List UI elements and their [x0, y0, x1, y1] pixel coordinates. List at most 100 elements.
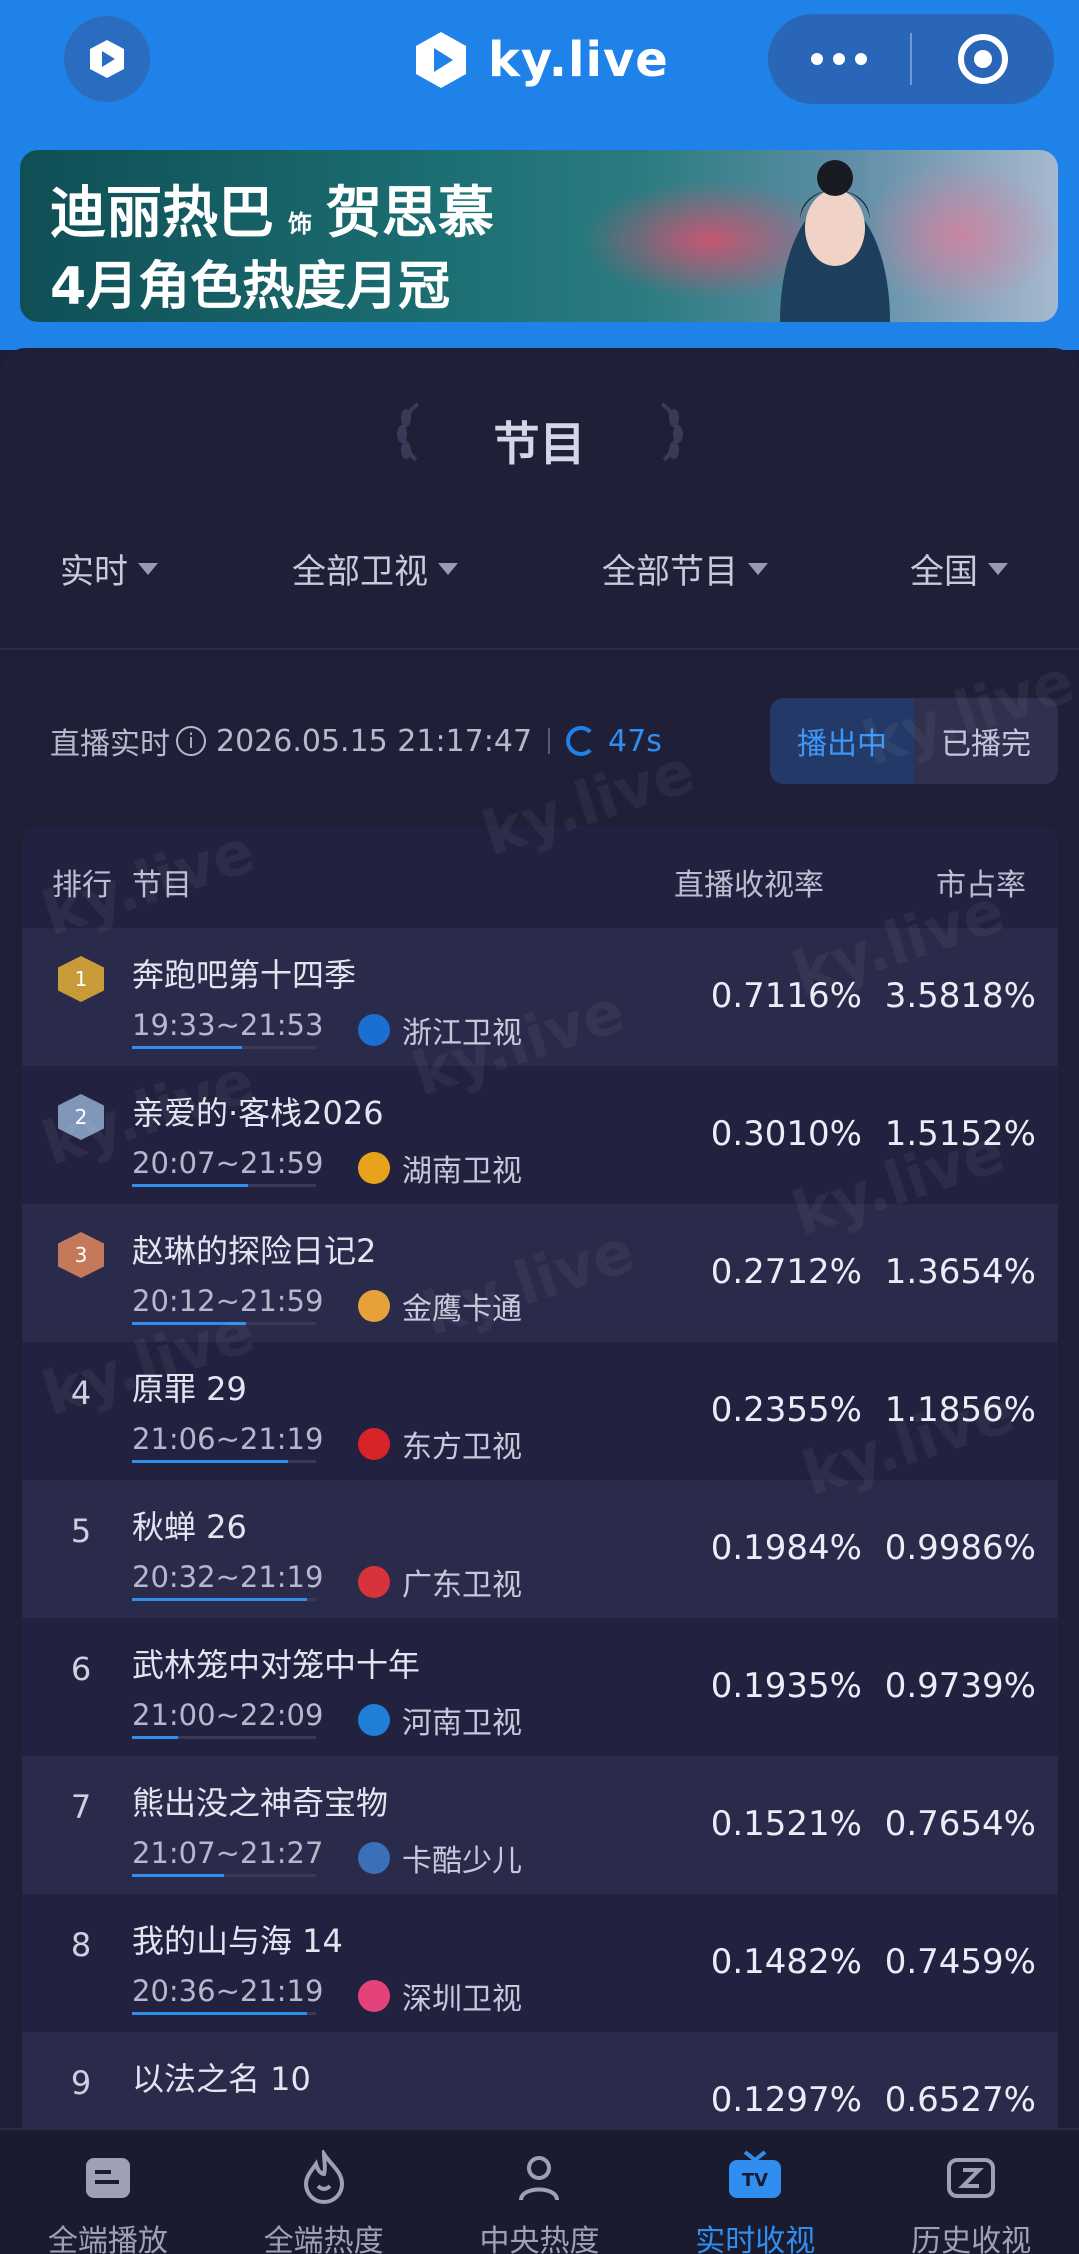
- program-name: 原罪 29: [132, 1370, 247, 1408]
- table-row[interactable]: 7 熊出没之神奇宝物 21:07~21:27 卡酷少儿 0.1521% 0.7654%: [22, 1756, 1058, 1894]
- market-share: 1.5152%: [884, 1114, 1036, 1154]
- channel-name: 湖南卫视: [402, 1154, 522, 1189]
- info-icon[interactable]: i: [176, 726, 206, 756]
- airing-progress-bar: [132, 1874, 224, 1877]
- header-rank: 排行: [52, 868, 112, 903]
- program-name: 我的山与海 14: [132, 1922, 343, 1960]
- live-status: 直播实时 i 2026.05.15 21:17:47 47s: [50, 698, 662, 784]
- channel-logo-icon: [358, 1014, 390, 1046]
- ky-logo-icon: [416, 32, 466, 88]
- app-header: ky.live 迪丽热巴 饰 贺思慕 4月角色热度月冠: [0, 0, 1079, 350]
- airing-progress-bar: [132, 1184, 248, 1187]
- ky-logo-icon: [90, 40, 124, 78]
- close-mini-program-button[interactable]: [912, 34, 1054, 84]
- channel[interactable]: 河南卫视: [358, 1698, 522, 1742]
- rank-medal-icon: 2: [58, 1094, 104, 1140]
- live-rating: 0.1984%: [710, 1528, 862, 1568]
- airing-progress-bar: [132, 2012, 307, 2015]
- table-row[interactable]: 8 我的山与海 14 20:36~21:19 深圳卫视 0.1482% 0.7459%: [22, 1894, 1058, 2032]
- tab-all-plays[interactable]: 全端播放: [0, 2130, 216, 2254]
- channel[interactable]: 深圳卫视: [358, 1974, 522, 2018]
- rank-number: 8: [70, 1926, 92, 1964]
- channel-name: 河南卫视: [402, 1706, 522, 1741]
- program-timeslot: 21:06~21:19: [132, 1422, 323, 1463]
- channel[interactable]: 卡酷少儿: [358, 1836, 522, 1880]
- rank-number: 4: [70, 1374, 92, 1412]
- program-name: 赵琳的探险日记2: [132, 1232, 377, 1270]
- table-row[interactable]: 1 奔跑吧第十四季 19:33~21:53 浙江卫视 0.7116% 3.5818%: [22, 928, 1058, 1066]
- live-rating: 0.3010%: [710, 1114, 862, 1154]
- program-timeslot: 20:36~21:19: [132, 1974, 323, 2015]
- channel-name: 东方卫视: [402, 1430, 522, 1465]
- filter-region[interactable]: 全国: [910, 544, 1008, 593]
- airing-progress-bar: [132, 1322, 247, 1325]
- tab-central-heat[interactable]: 中央热度: [432, 2130, 648, 2254]
- ratings-panel: 节目 实时 全部卫视 全部节目 全国 直播实时 i 2026.05.15 21:…: [0, 348, 1079, 2170]
- program-timeslot: 21:07~21:27: [132, 1836, 323, 1877]
- channel[interactable]: 湖南卫视: [358, 1146, 522, 1190]
- live-rating: 0.1935%: [710, 1666, 862, 1706]
- live-rating: 0.1297%: [710, 2080, 862, 2120]
- live-status-label: 直播实时: [50, 727, 170, 762]
- table-row[interactable]: 4 原罪 29 21:06~21:19 东方卫视 0.2355% 1.1856%: [22, 1342, 1058, 1480]
- table-row[interactable]: 6 武林笼中对笼中十年 21:00~22:09 河南卫视 0.1935% 0.9739%: [22, 1618, 1058, 1756]
- laurel-right-icon: [660, 402, 683, 462]
- tab-live-ratings[interactable]: TV 实时收视: [647, 2130, 863, 2254]
- channel-logo-icon: [358, 1428, 390, 1460]
- filter-time[interactable]: 实时: [60, 544, 158, 593]
- market-share: 1.1856%: [884, 1390, 1036, 1430]
- history-icon: [941, 2150, 1001, 2206]
- flame-icon: [294, 2150, 354, 2206]
- more-button[interactable]: [768, 14, 910, 104]
- header-rating[interactable]: 直播收视率: [674, 860, 824, 904]
- program-name: 武林笼中对笼中十年: [132, 1646, 421, 1684]
- table-row[interactable]: 3 赵琳的探险日记2 20:12~21:59 金鹰卡通 0.2712% 1.3654%: [22, 1204, 1058, 1342]
- broadcast-status-toggle: 播出中 已播完: [770, 698, 1058, 784]
- channel-logo-icon: [358, 1152, 390, 1184]
- filter-channel-group[interactable]: 全部卫视: [292, 544, 458, 593]
- market-share: 0.9739%: [884, 1666, 1036, 1706]
- tab-history-ratings[interactable]: 历史收视: [863, 2130, 1079, 2254]
- toggle-on-air[interactable]: 播出中: [770, 698, 914, 784]
- channel-name: 浙江卫视: [402, 1016, 522, 1051]
- program-name: 秋蝉 26: [132, 1508, 247, 1546]
- channel-name: 广东卫视: [402, 1568, 522, 1603]
- toggle-finished[interactable]: 已播完: [914, 698, 1058, 784]
- banner-headline: 迪丽热巴 饰 贺思慕: [50, 181, 494, 246]
- channel[interactable]: 浙江卫视: [358, 1008, 522, 1052]
- tv-icon: TV: [725, 2150, 785, 2206]
- banner-subheadline: 4月角色热度月冠: [50, 257, 451, 317]
- channel[interactable]: 东方卫视: [358, 1422, 522, 1466]
- channel-name: 卡酷少儿: [402, 1844, 522, 1879]
- broadcast-icon: [78, 2150, 138, 2206]
- brand-name: ky.live: [488, 32, 669, 88]
- live-rating: 0.2355%: [710, 1390, 862, 1430]
- live-rating: 0.7116%: [710, 976, 862, 1016]
- rank-number: 7: [70, 1788, 92, 1826]
- program-timeslot: 20:12~21:59: [132, 1284, 323, 1325]
- promo-banner[interactable]: 迪丽热巴 饰 贺思慕 4月角色热度月冠: [20, 150, 1058, 322]
- channel-name: 金鹰卡通: [402, 1292, 522, 1327]
- market-share: 1.3654%: [884, 1252, 1036, 1292]
- rank-number: 5: [70, 1512, 92, 1550]
- refresh-icon[interactable]: [566, 726, 597, 756]
- channel-name: 深圳卫视: [402, 1982, 522, 2017]
- filter-program-type[interactable]: 全部节目: [602, 544, 768, 593]
- app-logo-button[interactable]: [64, 16, 150, 102]
- airing-progress-bar: [132, 1046, 243, 1049]
- chevron-down-icon: [138, 562, 158, 575]
- header-share[interactable]: 市占率: [936, 860, 1026, 904]
- chevron-down-icon: [438, 562, 458, 575]
- channel-logo-icon: [358, 1980, 390, 2012]
- brand: ky.live: [410, 20, 669, 100]
- table-row[interactable]: 2 亲爱的·客栈2026 20:07~21:59 湖南卫视 0.3010% 1.5152%: [22, 1066, 1058, 1204]
- tab-all-heat[interactable]: 全端热度: [216, 2130, 432, 2254]
- ratings-table: 排行 节目 直播收视率 市占率 1 奔跑吧第十四季 19:33~21:53 浙江卫视 0…: [22, 826, 1058, 2170]
- channel[interactable]: 广东卫视: [358, 1560, 522, 1604]
- filter-bar: 实时 全部卫视 全部节目 全国: [0, 544, 1079, 614]
- rank-medal-icon: 3: [58, 1232, 104, 1278]
- live-rating: 0.1482%: [710, 1942, 862, 1982]
- table-row[interactable]: 5 秋蝉 26 20:32~21:19 广东卫视 0.1984% 0.9986%: [22, 1480, 1058, 1618]
- channel-logo-icon: [358, 1842, 390, 1874]
- channel[interactable]: 金鹰卡通: [358, 1284, 522, 1328]
